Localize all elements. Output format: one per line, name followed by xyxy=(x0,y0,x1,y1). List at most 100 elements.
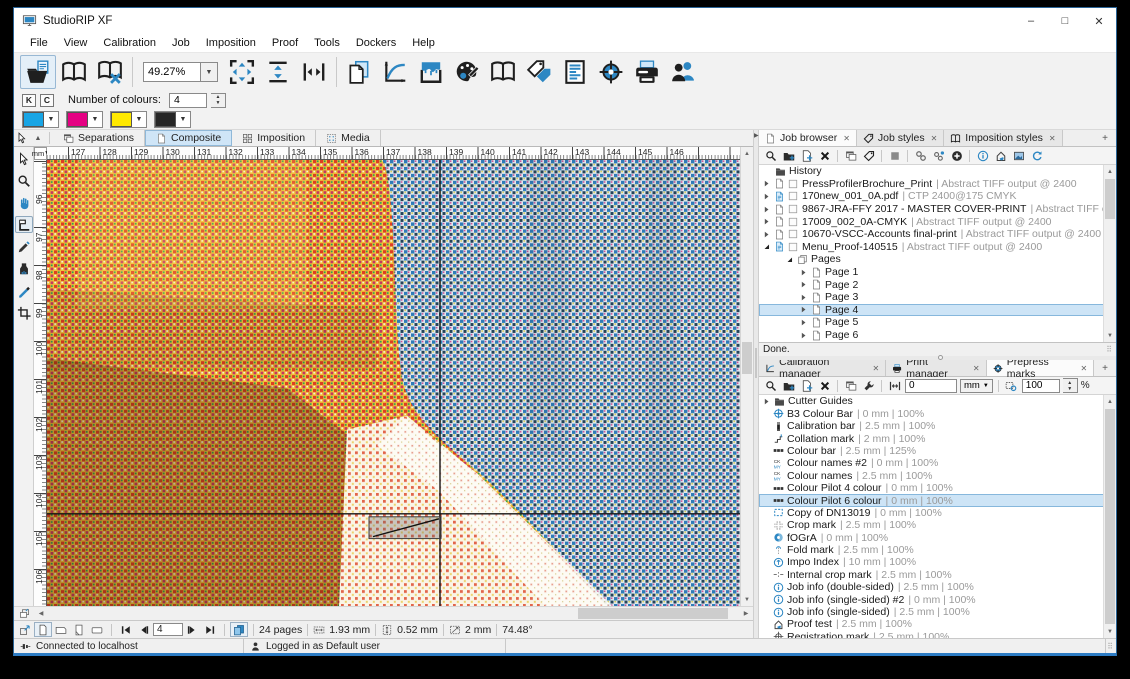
splitter-handle[interactable] xyxy=(755,348,757,378)
mark-row[interactable]: fOGrA | 0 mm | 100% xyxy=(759,532,1116,544)
view-facing-button[interactable] xyxy=(70,622,88,637)
mark-row[interactable]: Job info (single-sided) #2 | 0 mm | 100% xyxy=(759,593,1116,605)
mark-row[interactable]: Colour bar | 2.5 mm | 125% xyxy=(759,445,1116,457)
job-checkbox[interactable] xyxy=(788,204,798,214)
tree-node-history[interactable]: History xyxy=(759,165,1116,178)
tool-marker[interactable] xyxy=(15,238,33,255)
tree-node-pages[interactable]: Pages xyxy=(759,253,1116,266)
close-button[interactable]: ✕ xyxy=(1082,8,1116,34)
pointer-mode-button[interactable] xyxy=(14,130,30,146)
mark-row[interactable]: Colour Pilot 4 colour | 0 mm | 100% xyxy=(759,482,1116,494)
menu-help[interactable]: Help xyxy=(404,35,443,51)
zoom-level-input[interactable]: 49.27% xyxy=(143,62,201,82)
scroll-right-arrow-icon[interactable]: ▶ xyxy=(739,607,753,620)
job-row[interactable]: 9867-JRA-FFY 2017 - MASTER COVER-PRINT |… xyxy=(759,203,1116,216)
close-tab-icon[interactable]: ✕ xyxy=(973,364,980,373)
tab-imposition[interactable]: Imposition xyxy=(232,130,316,146)
all-pages-toggle[interactable] xyxy=(230,622,248,637)
close-tab-icon[interactable]: ✕ xyxy=(1080,364,1087,373)
toolbar-button-report[interactable] xyxy=(557,55,593,89)
close-tab-icon[interactable]: ✕ xyxy=(931,134,938,143)
job-toolbar-image-button[interactable] xyxy=(1011,149,1026,163)
scroll-up-arrow-icon[interactable]: ▲ xyxy=(741,147,753,160)
job-toolbar-page-add-button[interactable] xyxy=(799,149,814,163)
splitter-collapse-icon[interactable]: ▶ xyxy=(754,132,758,139)
page-row-page-6[interactable]: Page 6 xyxy=(759,329,1116,342)
mark-row[interactable]: Colour Pilot 6 colour | 0 mm | 100% xyxy=(759,494,1116,506)
collapse-toolbars-button[interactable]: ▲ xyxy=(30,130,46,146)
job-toolbar-search-button[interactable] xyxy=(763,149,778,163)
current-page-input[interactable]: 4 xyxy=(153,623,183,636)
marks-toolbar-wrench-button[interactable] xyxy=(861,379,876,393)
mark-row[interactable]: Registration mark | 2.5 mm | 100% xyxy=(759,631,1116,638)
view-spread-button[interactable] xyxy=(88,622,106,637)
job-tab-job-browser[interactable]: Job browser ✕ xyxy=(759,130,857,146)
marks-add-tab-button[interactable]: + xyxy=(1094,360,1116,376)
tool-select-cursor[interactable] xyxy=(15,150,33,167)
colours-spinner[interactable]: ▲▼ xyxy=(211,93,226,108)
chevron-right-icon[interactable] xyxy=(799,293,808,302)
mark-row[interactable]: Crop mark | 2.5 mm | 100% xyxy=(759,519,1116,531)
job-toolbar-stop-button[interactable] xyxy=(887,149,902,163)
tab-composite[interactable]: Composite xyxy=(145,130,232,146)
splitter-dot-handle[interactable] xyxy=(938,355,943,360)
chevron-right-icon[interactable] xyxy=(799,280,808,289)
menu-job[interactable]: Job xyxy=(164,35,198,51)
toolbar-button-fit-width[interactable] xyxy=(296,55,332,89)
marks-toolbar-folder-add-button[interactable] xyxy=(781,379,796,393)
marks-offset-input[interactable]: 0 xyxy=(905,379,957,393)
menu-tools[interactable]: Tools xyxy=(306,35,348,51)
tab-separations[interactable]: Separations xyxy=(53,130,145,146)
view-landscape-button[interactable] xyxy=(52,622,70,637)
job-toolbar-delete-button[interactable] xyxy=(817,149,832,163)
mark-row[interactable]: CKMYColour names | 2.5 mm | 100% xyxy=(759,470,1116,482)
tool-pen[interactable] xyxy=(15,282,33,299)
toolbar-button-fit-height[interactable] xyxy=(260,55,296,89)
channel-dropdown-arrow-icon[interactable]: ▼ xyxy=(176,112,190,127)
mark-row[interactable]: CKMYColour names #2 | 0 mm | 100% xyxy=(759,457,1116,469)
horizontal-scroll-track[interactable] xyxy=(48,607,739,620)
toolbar-button-palette[interactable] xyxy=(449,55,485,89)
toolbar-button-calibration-curve[interactable] xyxy=(377,55,413,89)
toolbar-button-print[interactable] xyxy=(629,55,665,89)
mark-row[interactable]: Proof test | 2.5 mm | 100% xyxy=(759,618,1116,630)
job-row[interactable]: 17009_002_0A-CMYK | Abstract TIFF output… xyxy=(759,215,1116,228)
last-page-button[interactable] xyxy=(201,622,219,637)
chevron-right-icon[interactable] xyxy=(799,331,808,340)
page-row-page-3[interactable]: Page 3 xyxy=(759,291,1116,304)
c-channel-button[interactable]: C xyxy=(40,94,54,107)
minimize-button[interactable]: – xyxy=(1014,8,1048,34)
marks-toolbar-search-button[interactable] xyxy=(763,379,778,393)
menu-file[interactable]: File xyxy=(22,35,56,51)
chevron-right-icon[interactable] xyxy=(762,397,771,406)
close-tab-icon[interactable]: ✕ xyxy=(1049,134,1056,143)
page-row-page-1[interactable]: Page 1 xyxy=(759,266,1116,279)
job-toolbar-info-circle-button[interactable] xyxy=(975,149,990,163)
marks-toolbar-page-add-button[interactable] xyxy=(799,379,814,393)
channel-dropdown-arrow-icon[interactable]: ▼ xyxy=(132,112,146,127)
marks-unit-dropdown[interactable]: mm▼ xyxy=(960,379,993,393)
previous-page-button[interactable] xyxy=(135,622,153,637)
chevron-right-icon[interactable] xyxy=(799,318,808,327)
marks-toolbar-window-icon-button[interactable] xyxy=(843,379,858,393)
toolbar-button-fit-page[interactable] xyxy=(224,55,260,89)
restore-view-button[interactable] xyxy=(14,607,34,620)
menu-imposition[interactable]: Imposition xyxy=(198,35,264,51)
mark-row[interactable]: B3 Colour Bar | 0 mm | 100% xyxy=(759,408,1116,420)
job-checkbox[interactable] xyxy=(788,179,798,189)
chevron-right-icon[interactable] xyxy=(762,230,771,239)
tool-pan-hand[interactable] xyxy=(15,194,33,211)
page-row-page-2[interactable]: Page 2 xyxy=(759,278,1116,291)
mark-row[interactable]: Fold mark | 2.5 mm | 100% xyxy=(759,544,1116,556)
first-page-button[interactable] xyxy=(117,622,135,637)
tool-densitometer[interactable] xyxy=(15,260,33,277)
menu-proof[interactable]: Proof xyxy=(264,35,306,51)
job-toolbar-refresh-button[interactable] xyxy=(1029,149,1044,163)
job-tree-scrollbar[interactable]: ▲ ▼ xyxy=(1103,165,1116,342)
ruler-unit-button[interactable]: mm▼ xyxy=(34,147,47,160)
job-toolbar-link-button[interactable] xyxy=(913,149,928,163)
chevron-right-icon[interactable] xyxy=(799,305,808,314)
mark-row[interactable]: Calibration bar | 2.5 mm | 100% xyxy=(759,420,1116,432)
panels-horizontal-splitter[interactable] xyxy=(759,356,1116,360)
job-toolbar-folder-add-button[interactable] xyxy=(781,149,796,163)
